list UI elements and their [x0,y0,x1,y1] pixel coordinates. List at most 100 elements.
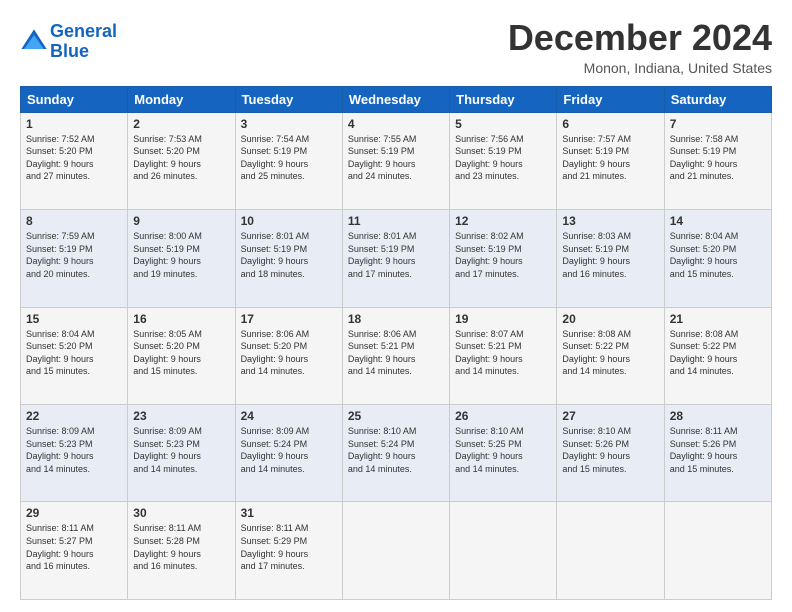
day-of-week-header: Wednesday [342,86,449,112]
day-number: 4 [348,117,444,131]
calendar-week-row: 1Sunrise: 7:52 AM Sunset: 5:20 PM Daylig… [21,112,772,209]
day-info: Sunrise: 7:57 AM Sunset: 5:19 PM Dayligh… [562,133,658,183]
day-number: 12 [455,214,551,228]
day-info: Sunrise: 8:06 AM Sunset: 5:20 PM Dayligh… [241,328,337,378]
day-number: 19 [455,312,551,326]
day-info: Sunrise: 8:01 AM Sunset: 5:19 PM Dayligh… [348,230,444,280]
day-number: 16 [133,312,229,326]
day-number: 25 [348,409,444,423]
day-of-week-header: Tuesday [235,86,342,112]
day-info: Sunrise: 8:08 AM Sunset: 5:22 PM Dayligh… [670,328,766,378]
calendar-week-row: 29Sunrise: 8:11 AM Sunset: 5:27 PM Dayli… [21,502,772,600]
day-info: Sunrise: 7:59 AM Sunset: 5:19 PM Dayligh… [26,230,122,280]
day-number: 11 [348,214,444,228]
calendar-day-cell: 11 Sunrise: 8:01 AM Sunset: 5:19 PM Dayli… [342,210,449,307]
day-number: 15 [26,312,122,326]
day-number: 27 [562,409,658,423]
calendar-week-row: 15 Sunrise: 8:04 AM Sunset: 5:20 PM Dayli… [21,307,772,404]
day-of-week-header: Friday [557,86,664,112]
day-number: 28 [670,409,766,423]
day-number: 17 [241,312,337,326]
day-number: 31 [241,506,337,520]
title-block: December 2024 Monon, Indiana, United Sta… [508,18,772,76]
day-number: 18 [348,312,444,326]
calendar-day-cell: 5Sunrise: 7:56 AM Sunset: 5:19 PM Daylig… [450,112,557,209]
calendar-day-cell: 23Sunrise: 8:09 AM Sunset: 5:23 PM Dayli… [128,405,235,502]
calendar-day-cell: 4 Sunrise: 7:55 AM Sunset: 5:19 PM Daylig… [342,112,449,209]
calendar-day-cell: 17 Sunrise: 8:06 AM Sunset: 5:20 PM Dayli… [235,307,342,404]
calendar: SundayMondayTuesdayWednesdayThursdayFrid… [20,86,772,600]
calendar-week-row: 8 Sunrise: 7:59 AM Sunset: 5:19 PM Daylig… [21,210,772,307]
day-number: 6 [562,117,658,131]
calendar-day-cell: 30Sunrise: 8:11 AM Sunset: 5:28 PM Dayli… [128,502,235,600]
calendar-day-cell: 13 Sunrise: 8:03 AM Sunset: 5:19 PM Dayli… [557,210,664,307]
day-info: Sunrise: 8:04 AM Sunset: 5:20 PM Dayligh… [26,328,122,378]
day-info: Sunrise: 7:53 AM Sunset: 5:20 PM Dayligh… [133,133,229,183]
day-number: 3 [241,117,337,131]
day-info: Sunrise: 8:02 AM Sunset: 5:19 PM Dayligh… [455,230,551,280]
calendar-day-cell [557,502,664,600]
day-info: Sunrise: 8:03 AM Sunset: 5:19 PM Dayligh… [562,230,658,280]
day-info: Sunrise: 7:54 AM Sunset: 5:19 PM Dayligh… [241,133,337,183]
day-info: Sunrise: 8:08 AM Sunset: 5:22 PM Dayligh… [562,328,658,378]
day-number: 2 [133,117,229,131]
header: General Blue December 2024 Monon, Indian… [20,18,772,76]
calendar-header-row: SundayMondayTuesdayWednesdayThursdayFrid… [21,86,772,112]
day-of-week-header: Thursday [450,86,557,112]
logo-icon [20,28,48,56]
calendar-day-cell: 12 Sunrise: 8:02 AM Sunset: 5:19 PM Dayli… [450,210,557,307]
calendar-day-cell: 14Sunrise: 8:04 AM Sunset: 5:20 PM Dayli… [664,210,771,307]
day-info: Sunrise: 8:09 AM Sunset: 5:24 PM Dayligh… [241,425,337,475]
calendar-day-cell: 7Sunrise: 7:58 AM Sunset: 5:19 PM Daylig… [664,112,771,209]
calendar-day-cell: 9Sunrise: 8:00 AM Sunset: 5:19 PM Daylig… [128,210,235,307]
day-number: 22 [26,409,122,423]
day-number: 20 [562,312,658,326]
day-number: 1 [26,117,122,131]
day-number: 26 [455,409,551,423]
calendar-day-cell: 8 Sunrise: 7:59 AM Sunset: 5:19 PM Daylig… [21,210,128,307]
calendar-day-cell: 26 Sunrise: 8:10 AM Sunset: 5:25 PM Dayli… [450,405,557,502]
day-number: 24 [241,409,337,423]
calendar-day-cell: 20 Sunrise: 8:08 AM Sunset: 5:22 PM Dayli… [557,307,664,404]
day-number: 8 [26,214,122,228]
logo-text: General Blue [50,22,117,62]
calendar-day-cell [342,502,449,600]
day-of-week-header: Monday [128,86,235,112]
page: General Blue December 2024 Monon, Indian… [0,0,792,612]
calendar-day-cell [450,502,557,600]
calendar-day-cell: 3 Sunrise: 7:54 AM Sunset: 5:19 PM Daylig… [235,112,342,209]
day-of-week-header: Sunday [21,86,128,112]
calendar-day-cell: 31Sunrise: 8:11 AM Sunset: 5:29 PM Dayli… [235,502,342,600]
calendar-day-cell: 16Sunrise: 8:05 AM Sunset: 5:20 PM Dayli… [128,307,235,404]
day-info: Sunrise: 8:10 AM Sunset: 5:26 PM Dayligh… [562,425,658,475]
calendar-day-cell: 15 Sunrise: 8:04 AM Sunset: 5:20 PM Dayli… [21,307,128,404]
day-info: Sunrise: 8:10 AM Sunset: 5:25 PM Dayligh… [455,425,551,475]
calendar-day-cell: 18 Sunrise: 8:06 AM Sunset: 5:21 PM Dayli… [342,307,449,404]
logo: General Blue [20,22,117,62]
day-number: 29 [26,506,122,520]
calendar-day-cell: 6 Sunrise: 7:57 AM Sunset: 5:19 PM Daylig… [557,112,664,209]
calendar-day-cell: 29Sunrise: 8:11 AM Sunset: 5:27 PM Dayli… [21,502,128,600]
day-info: Sunrise: 8:06 AM Sunset: 5:21 PM Dayligh… [348,328,444,378]
day-info: Sunrise: 8:00 AM Sunset: 5:19 PM Dayligh… [133,230,229,280]
calendar-day-cell: 1Sunrise: 7:52 AM Sunset: 5:20 PM Daylig… [21,112,128,209]
day-number: 14 [670,214,766,228]
calendar-day-cell: 24 Sunrise: 8:09 AM Sunset: 5:24 PM Dayli… [235,405,342,502]
day-of-week-header: Saturday [664,86,771,112]
calendar-day-cell: 28 Sunrise: 8:11 AM Sunset: 5:26 PM Dayli… [664,405,771,502]
day-info: Sunrise: 8:11 AM Sunset: 5:28 PM Dayligh… [133,522,229,572]
day-info: Sunrise: 8:10 AM Sunset: 5:24 PM Dayligh… [348,425,444,475]
calendar-day-cell: 19Sunrise: 8:07 AM Sunset: 5:21 PM Dayli… [450,307,557,404]
calendar-day-cell: 2 Sunrise: 7:53 AM Sunset: 5:20 PM Daylig… [128,112,235,209]
calendar-day-cell: 22Sunrise: 8:09 AM Sunset: 5:23 PM Dayli… [21,405,128,502]
calendar-day-cell [664,502,771,600]
day-number: 7 [670,117,766,131]
logo-line2: Blue [50,41,89,61]
day-info: Sunrise: 7:55 AM Sunset: 5:19 PM Dayligh… [348,133,444,183]
logo-line1: General [50,21,117,41]
day-number: 13 [562,214,658,228]
day-info: Sunrise: 8:11 AM Sunset: 5:26 PM Dayligh… [670,425,766,475]
calendar-day-cell: 21 Sunrise: 8:08 AM Sunset: 5:22 PM Dayli… [664,307,771,404]
calendar-day-cell: 10Sunrise: 8:01 AM Sunset: 5:19 PM Dayli… [235,210,342,307]
day-number: 21 [670,312,766,326]
